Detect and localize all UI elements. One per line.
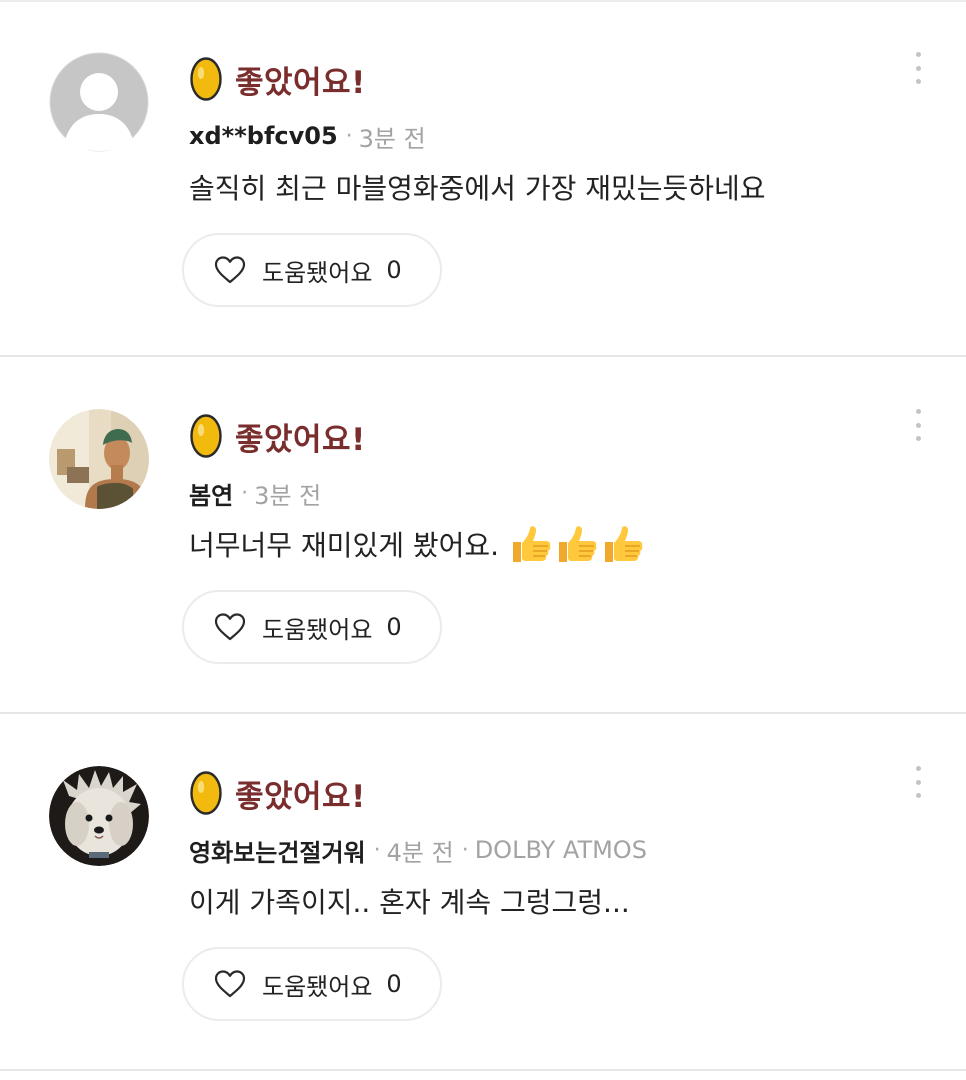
comment-emoji	[509, 524, 647, 564]
rating-label: 좋았어요!	[235, 64, 366, 101]
review-comment: 솔직히 최근 마블영화중에서 가장 재밌는듯하네요	[189, 166, 766, 208]
rating: 좋았어요!	[189, 413, 366, 459]
username[interactable]: 봄연	[189, 476, 233, 511]
helpful-count: 0	[386, 256, 402, 284]
thumbs-up-icon	[605, 526, 643, 562]
helpful-button[interactable]: 도움됐어요 0	[182, 233, 442, 307]
review-meta: 봄연 · 3분 전	[189, 475, 321, 511]
more-options-icon[interactable]	[906, 764, 930, 800]
meta-separator: ·	[461, 837, 469, 863]
comment-text: 이게 가족이지.. 혼자 계속 그렁그렁...	[189, 886, 630, 919]
heart-icon	[214, 970, 246, 998]
helpful-button[interactable]: 도움됐어요 0	[182, 947, 442, 1021]
thumbs-up-icon	[513, 526, 551, 562]
rating: 좋았어요!	[189, 770, 366, 816]
more-options-icon[interactable]	[906, 50, 930, 86]
more-options-icon[interactable]	[906, 407, 930, 443]
helpful-label: 도움됐어요	[262, 258, 373, 287]
time-ago: 3분 전	[254, 481, 322, 510]
golden-egg-icon	[190, 414, 222, 458]
review-comment: 이게 가족이지.. 혼자 계속 그렁그렁...	[189, 880, 630, 922]
golden-egg-icon	[190, 771, 222, 815]
white-dog-photo-avatar-icon	[49, 766, 149, 866]
meta-separator: ·	[373, 837, 381, 863]
default-person-avatar-icon	[49, 52, 149, 152]
avatar[interactable]	[49, 409, 149, 509]
review-comment: 너무너무 재미있게 봤어요.	[189, 523, 647, 565]
review-item: 좋았어요! 영화보는건절거워 · 4분 전 · DOLBY ATMOS 이게 가…	[0, 714, 966, 1071]
heart-icon	[214, 256, 246, 284]
helpful-label: 도움됐어요	[262, 615, 373, 644]
heart-icon	[214, 613, 246, 641]
avatar[interactable]	[49, 52, 149, 152]
golden-egg-icon	[190, 57, 222, 101]
thumbs-up-icon	[559, 526, 597, 562]
rating: 좋았어요!	[189, 56, 366, 102]
comment-text: 솔직히 최근 마블영화중에서 가장 재밌는듯하네요	[189, 172, 766, 205]
man-photo-avatar-icon	[49, 409, 149, 509]
review-item: 좋았어요! 봄연 · 3분 전 너무너무 재미있게 봤어요. 도움됐어요 0	[0, 357, 966, 714]
time-ago: 3분 전	[358, 124, 426, 153]
screen-format: DOLBY ATMOS	[474, 836, 647, 864]
helpful-button[interactable]: 도움됐어요 0	[182, 590, 442, 664]
review-meta: 영화보는건절거워 · 4분 전 · DOLBY ATMOS	[189, 832, 647, 868]
username[interactable]: 영화보는건절거워	[189, 833, 366, 868]
meta-separator: ·	[241, 480, 249, 506]
avatar[interactable]	[49, 766, 149, 866]
helpful-count: 0	[386, 970, 402, 998]
rating-label: 좋았어요!	[235, 778, 366, 815]
review-item: 좋았어요! xd**bfcv05 · 3분 전 솔직히 최근 마블영화중에서 가…	[0, 0, 966, 357]
helpful-count: 0	[386, 613, 402, 641]
review-meta: xd**bfcv05 · 3분 전	[189, 118, 426, 154]
helpful-label: 도움됐어요	[262, 972, 373, 1001]
meta-separator: ·	[345, 123, 353, 149]
username[interactable]: xd**bfcv05	[189, 122, 338, 150]
comment-text: 너무너무 재미있게 봤어요.	[189, 529, 500, 562]
rating-label: 좋았어요!	[235, 421, 366, 458]
time-ago: 4분 전	[386, 838, 454, 867]
